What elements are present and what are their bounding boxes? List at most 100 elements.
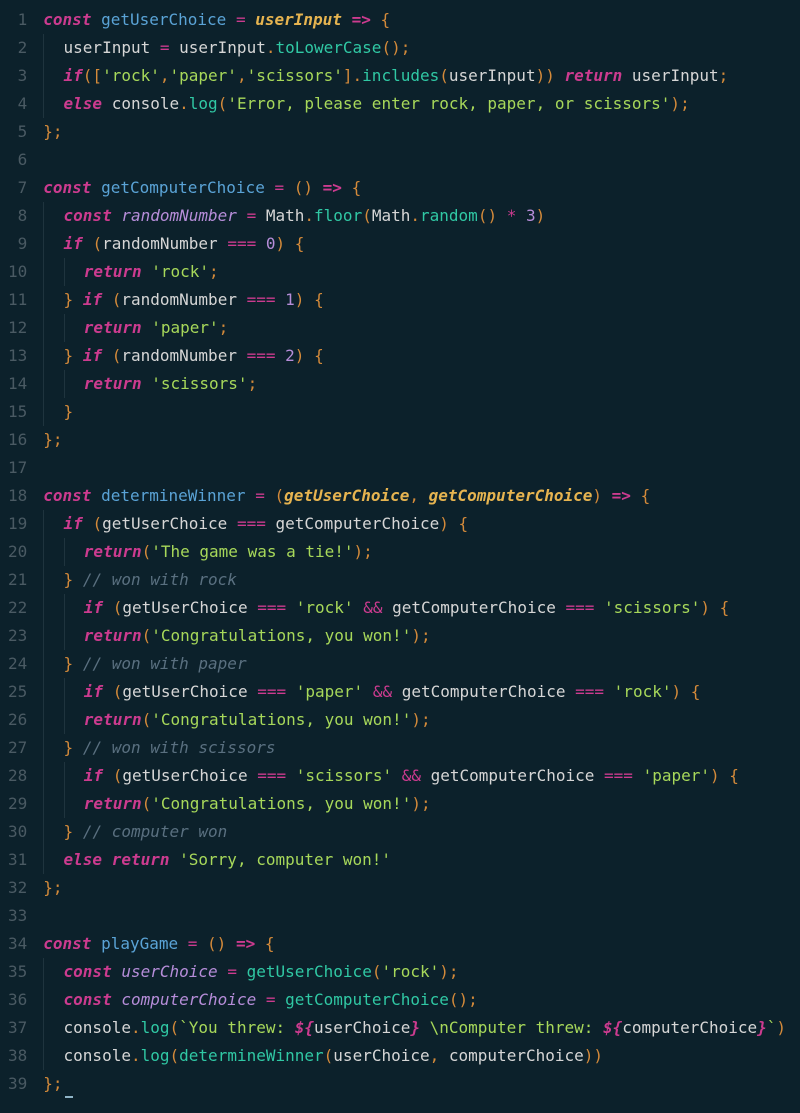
token-kw: if (83, 290, 102, 309)
code-line[interactable]: else console.log('Error, please enter ro… (41, 90, 800, 118)
line-number: 35 (8, 958, 27, 986)
code-line[interactable]: const playGame = () => { (41, 930, 800, 958)
token-id: Math (256, 206, 304, 225)
code-line[interactable]: else return 'Sorry, computer won!' (41, 846, 800, 874)
token-id (246, 486, 256, 505)
code-line[interactable]: const randomNumber = Math.floor(Math.ran… (41, 202, 800, 230)
token-punc: } (43, 1074, 53, 1093)
token-punc: )) (584, 1046, 603, 1065)
code-line[interactable]: console.log(determineWinner(userChoice, … (41, 1042, 800, 1070)
code-line[interactable]: return('Congratulations, you won!'); (41, 622, 800, 650)
token-punc: ( (362, 206, 372, 225)
token-str: 'paper' (296, 682, 363, 701)
token-op: * (507, 206, 517, 225)
code-line[interactable]: if (getUserChoice === 'scissors' && getC… (41, 762, 800, 790)
token-param: getUserChoice (284, 486, 409, 505)
code-line[interactable]: if(['rock','paper','scissors'].includes(… (41, 62, 800, 90)
code-line[interactable]: return 'rock'; (41, 258, 800, 286)
token-kw: if (64, 234, 83, 253)
token-prop: randomNumber (121, 206, 237, 225)
code-line[interactable]: } // won with paper (41, 650, 800, 678)
token-punc: ; (468, 990, 478, 1009)
code-line[interactable]: if (randomNumber === 0) { (41, 230, 800, 258)
code-line[interactable] (41, 902, 800, 930)
code-area[interactable]: const getUserChoice = userInput => { use… (41, 6, 800, 1098)
token-param: getComputerChoice (429, 486, 593, 505)
code-editor[interactable]: 1234567891011121314151617181920212223242… (0, 0, 800, 1108)
token-punc: . (179, 94, 189, 113)
code-line[interactable]: const determineWinner = (getUserChoice, … (41, 482, 800, 510)
code-line[interactable]: return 'scissors'; (41, 370, 800, 398)
token-str: 'paper' (643, 766, 710, 785)
token-kw: return (84, 710, 142, 729)
code-line[interactable] (41, 454, 800, 482)
code-line[interactable]: }; (41, 1070, 800, 1098)
token-punc: ( (112, 290, 122, 309)
line-number: 3 (8, 62, 27, 90)
code-line[interactable]: if (getUserChoice === getComputerChoice)… (41, 510, 800, 538)
code-line[interactable] (41, 146, 800, 174)
code-line[interactable]: if (getUserChoice === 'rock' && getCompu… (41, 594, 800, 622)
token-punc: () (478, 206, 497, 225)
code-line[interactable]: } // won with scissors (41, 734, 800, 762)
token-id: console (64, 1018, 131, 1037)
token-kw: if (84, 682, 103, 701)
token-op: = (255, 486, 265, 505)
code-line[interactable]: return('Congratulations, you won!'); (41, 706, 800, 734)
token-kw: return (84, 262, 142, 281)
token-id (304, 290, 314, 309)
token-id (73, 346, 83, 365)
token-punc: ; (421, 794, 431, 813)
token-id (73, 822, 83, 841)
code-line[interactable]: return('The game was a tie!'); (41, 538, 800, 566)
token-id (73, 738, 83, 757)
token-kw: else (64, 94, 103, 113)
token-id (103, 682, 113, 701)
code-line[interactable]: }; (41, 426, 800, 454)
code-line[interactable]: } // won with rock (41, 566, 800, 594)
token-punc: ; (248, 374, 258, 393)
token-punc: ; (363, 542, 373, 561)
token-op: = (227, 962, 237, 981)
code-line[interactable]: if (getUserChoice === 'paper' && getComp… (41, 678, 800, 706)
token-method: toLowerCase (275, 38, 381, 57)
token-punc: ) (354, 542, 364, 561)
token-id (112, 962, 122, 981)
token-id (102, 290, 112, 309)
code-line[interactable]: userInput = userInput.toLowerCase(); (41, 34, 800, 62)
token-punc: ) (700, 598, 710, 617)
token-method: includes (362, 66, 439, 85)
code-line[interactable]: } if (randomNumber === 2) { (41, 342, 800, 370)
line-number: 21 (8, 566, 27, 594)
code-line[interactable]: const userChoice = getUserChoice('rock')… (41, 958, 800, 986)
code-line[interactable]: return 'paper'; (41, 314, 800, 342)
token-punc: () (449, 990, 468, 1009)
code-line[interactable]: const getComputerChoice = () => { (41, 174, 800, 202)
token-id (604, 682, 614, 701)
token-op: && (363, 598, 382, 617)
token-id: getComputerChoice (382, 598, 565, 617)
code-line[interactable]: return('Congratulations, you won!'); (41, 790, 800, 818)
code-line[interactable]: }; (41, 118, 800, 146)
token-param: userInput (255, 10, 342, 29)
token-op: = (188, 934, 198, 953)
token-id (633, 766, 643, 785)
token-op: === (227, 234, 256, 253)
code-line[interactable]: } if (randomNumber === 1) { (41, 286, 800, 314)
token-str: 'rock' (102, 66, 160, 85)
code-line[interactable]: }; (41, 874, 800, 902)
code-line[interactable]: const getUserChoice = userInput => { (41, 6, 800, 34)
line-number-gutter: 1234567891011121314151617181920212223242… (0, 6, 41, 1098)
line-number: 31 (8, 846, 27, 874)
line-number: 20 (8, 538, 27, 566)
token-punc: ([ (83, 66, 102, 85)
code-line[interactable]: } // computer won (41, 818, 800, 846)
code-line[interactable]: const computerChoice = getComputerChoice… (41, 986, 800, 1014)
token-id (73, 654, 83, 673)
token-str: 'Congratulations, you won!' (151, 710, 411, 729)
code-line[interactable]: } (41, 398, 800, 426)
token-id (276, 290, 286, 309)
code-line[interactable]: console.log(`You threw: ${userChoice} \n… (41, 1014, 800, 1042)
line-number: 22 (8, 594, 27, 622)
token-str: 'scissors' (296, 766, 392, 785)
